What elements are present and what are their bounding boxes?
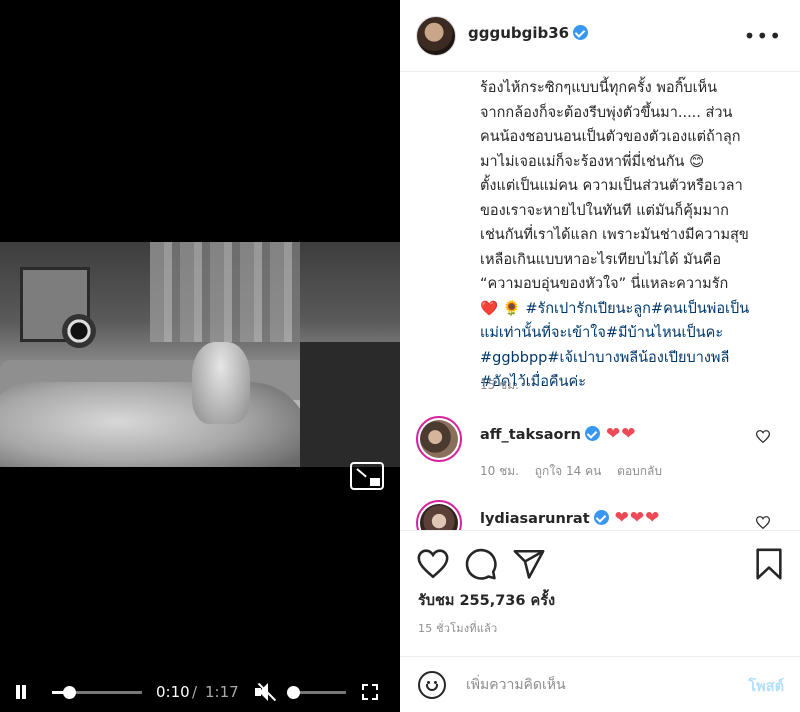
caption-line: ตั้งแต่เป็นแม่คน ความเป็นส่วนตัวหรือเวลา — [480, 178, 743, 194]
heart-icon[interactable] — [416, 547, 450, 581]
time-separator: / — [192, 683, 198, 701]
video-scene-child — [192, 342, 250, 424]
verified-icon — [585, 426, 600, 441]
caption-line: มาไม่เจอแม่ก็จะร้องหาพี่มี่เช่นกัน 😊 — [480, 153, 705, 170]
post-side-panel: gggubgib36 ••• ร้องไห้กระซิกๆแบบนี้ทุกคร… — [400, 0, 800, 712]
volume-slider[interactable] — [286, 686, 346, 699]
comment-heart-icon[interactable] — [756, 430, 770, 443]
caption-emojis: ❤️ 🌻 — [480, 300, 521, 317]
comment-avatar[interactable] — [416, 500, 462, 530]
caption-line: ร้องไห้กระซิกๆแบบนี้ทุกครั้ง พอกิ๊บเห็น — [480, 80, 718, 96]
comment-username-text[interactable]: lydiasarunrat — [480, 511, 590, 527]
comment-meta: 10 ชม. ถูกใจ 14 คน ตอบกลับ — [480, 462, 674, 481]
caption-line: ของเราจะหายไปในทันที แต่มันก็คุ้มมาก — [480, 202, 729, 219]
video-scene-lamp — [62, 314, 96, 348]
comment-reply-button[interactable]: ตอบกลับ — [617, 464, 662, 478]
comment-input[interactable] — [466, 673, 716, 697]
comment-heart-icon[interactable] — [756, 516, 770, 529]
post-timestamp[interactable]: 15 ชั่วโมงที่แล้ว — [418, 619, 497, 637]
comments-scroll-area[interactable]: ร้องไห้กระซิกๆแบบนี้ทุกครั้ง พอกิ๊บเห็น … — [400, 72, 800, 530]
video-player[interactable]: 0:10 / 1:17 — [0, 0, 400, 712]
fullscreen-corner — [372, 684, 378, 690]
add-comment-section: โพสต์ — [400, 656, 800, 712]
pip-arrow — [356, 468, 367, 478]
post-actions: รับชม 255,736 ครั้ง 15 ชั่วโมงที่แล้ว — [400, 530, 800, 650]
caption-line: เหลือเกินแบบหาอะไรเทียบไม่ได้ มันคือ — [480, 251, 722, 268]
fullscreen-icon[interactable] — [362, 684, 378, 700]
caption-line: เช่นกันที่เราได้แลก เพราะมันช่างมีความสุ… — [480, 227, 749, 243]
video-scene-curtain — [150, 242, 300, 342]
author-username-text[interactable]: gggubgib36 — [468, 24, 569, 42]
post-caption: ร้องไห้กระซิกๆแบบนี้ทุกครั้ง พอกิ๊บเห็น … — [480, 76, 780, 395]
comment-time[interactable]: 10 ชม. — [480, 464, 519, 478]
caption-timestamp[interactable]: 15 ชม. — [480, 376, 519, 395]
pause-icon[interactable] — [14, 685, 28, 699]
fullscreen-corner — [362, 684, 368, 690]
more-icon[interactable]: ••• — [744, 26, 782, 46]
author-username[interactable]: gggubgib36 — [468, 24, 589, 42]
smiley-mouth — [426, 684, 438, 691]
verified-icon — [573, 25, 589, 40]
caption-line: จากกล้องก็จะต้องรีบพุ่งตัวขึ้นมา..... ส่… — [480, 104, 733, 121]
hashtag-link[interactable]: #รักเปารักเปียนะลูก#คนเป็นพ่อเป็น — [525, 301, 749, 317]
caption-hashtag-line: ❤️ 🌻 #รักเปารักเปียนะลูก#คนเป็นพ่อเป็น — [480, 297, 780, 322]
comment-avatar-image — [420, 420, 458, 458]
comment-text: ❤❤ — [606, 424, 637, 444]
pip-icon[interactable] — [350, 462, 384, 490]
volume-knob[interactable] — [286, 686, 300, 699]
fullscreen-corner — [362, 694, 368, 700]
comment-icon[interactable] — [464, 547, 498, 581]
share-icon[interactable] — [512, 547, 546, 581]
comment-avatar[interactable] — [416, 416, 462, 462]
video-controls: 0:10 / 1:17 — [0, 672, 400, 712]
total-time: 1:17 — [205, 683, 239, 701]
video-scene-bed — [0, 382, 310, 467]
seek-bar[interactable] — [52, 686, 142, 699]
current-time: 0:10 — [156, 683, 190, 701]
comment-username-text[interactable]: aff_taksaorn — [480, 427, 581, 443]
comment-text: ❤❤❤ — [614, 508, 661, 528]
author-avatar[interactable] — [416, 16, 456, 56]
fullscreen-corner — [372, 694, 378, 700]
video-frame[interactable] — [0, 242, 400, 467]
post-header: gggubgib36 ••• — [400, 0, 800, 72]
hashtag-link[interactable]: #ggbbpp#เจ้เปาบางพลีน้องเปียบางพลี — [480, 346, 780, 371]
video-scene-shadow — [300, 342, 400, 467]
mute-icon[interactable] — [255, 682, 277, 702]
view-count[interactable]: รับชม 255,736 ครั้ง — [418, 589, 555, 612]
verified-icon — [593, 510, 609, 525]
post-comment-button[interactable]: โพสต์ — [748, 675, 784, 698]
comment-avatar-image — [420, 504, 458, 530]
caption-line: คนน้องชอบนอนเป็นตัวของตัวเองแต่ถ้าลุก — [480, 129, 741, 145]
comment-username[interactable]: lydiasarunrat ❤❤❤ — [480, 508, 660, 528]
caption-line: “ความอบอุ่นของหัวใจ” นี่แหละความรัก — [480, 276, 729, 292]
bookmark-icon[interactable] — [752, 547, 786, 581]
seek-bar-knob[interactable] — [63, 686, 77, 699]
hashtag-link[interactable]: #อัดไว้เมื่อคืนค่ะ — [480, 370, 780, 395]
pip-inner-window — [370, 478, 380, 486]
smiley-icon[interactable] — [418, 671, 446, 699]
comment-username[interactable]: aff_taksaorn ❤❤ — [480, 424, 637, 444]
hashtag-link[interactable]: แม่เท่านั้นที่จะเข้าใจ#มีบ้านไหนเป็นคะ — [480, 321, 780, 346]
comment-likes[interactable]: ถูกใจ 14 คน — [535, 464, 602, 478]
